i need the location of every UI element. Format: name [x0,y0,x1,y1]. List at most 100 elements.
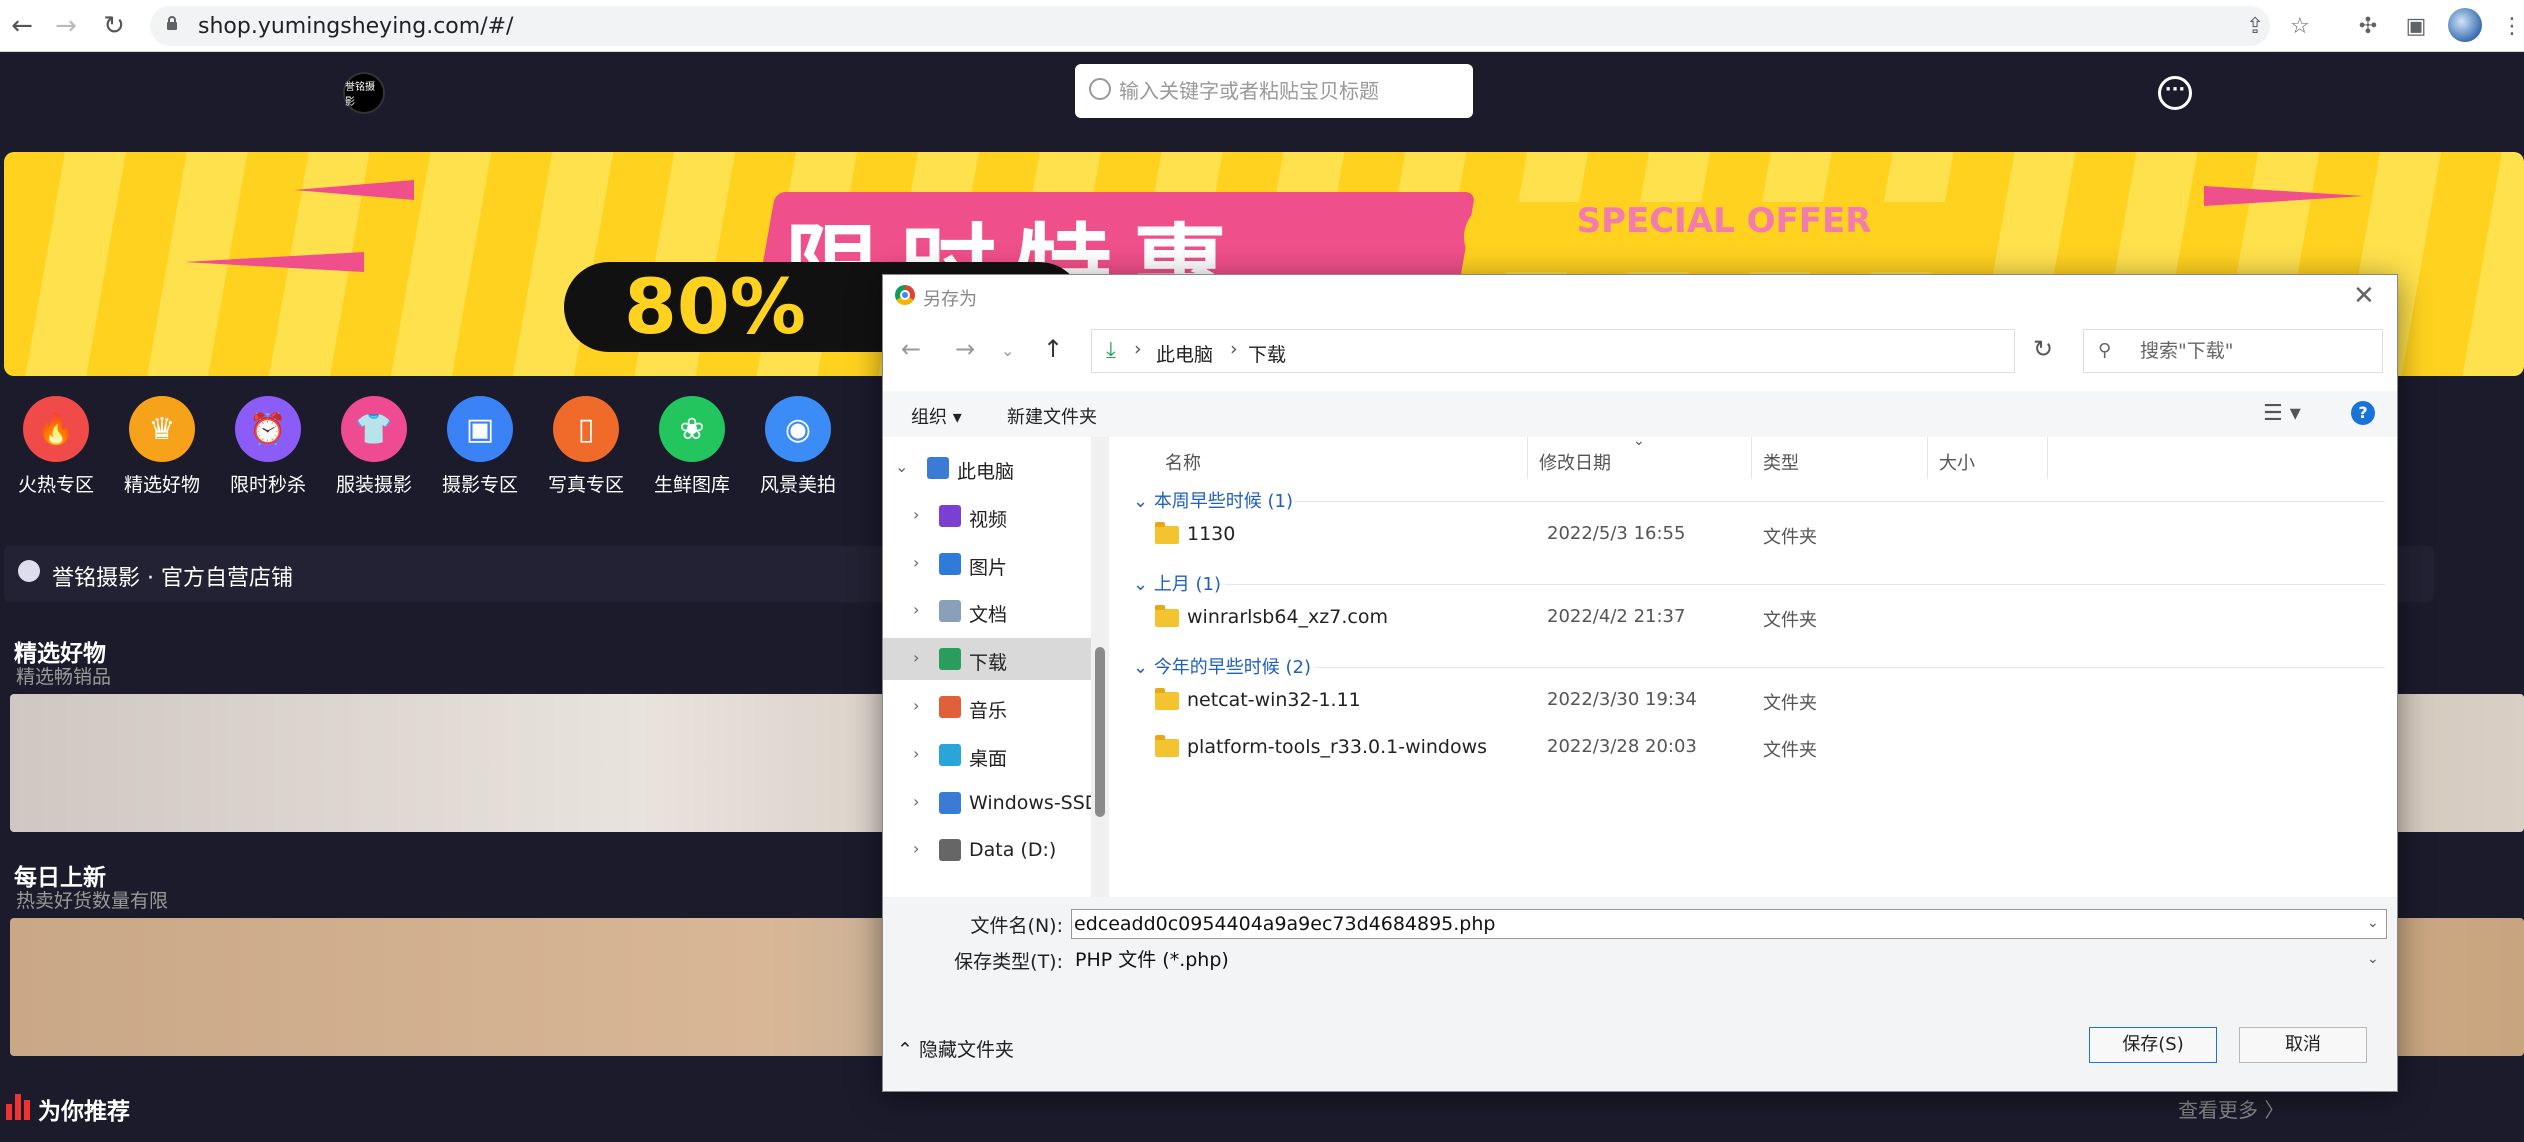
column-size[interactable]: 大小 [1939,449,1975,475]
chevron-right-icon[interactable]: › [913,792,919,811]
up-icon[interactable]: ↑ [1043,335,1063,363]
menu-icon[interactable]: ⋮ [2494,8,2524,44]
column-type[interactable]: 类型 [1763,449,1799,475]
chevron-right-icon[interactable]: › [913,648,919,667]
nav-item[interactable]: › 下载 [883,638,1091,681]
profile-avatar[interactable] [2448,8,2482,42]
nav-scrollbar[interactable] [1091,437,1109,897]
chevron-right-icon[interactable]: › [913,505,919,524]
category-item[interactable]: ⏰ 限时秒杀 [218,396,318,497]
breadcrumb-downloads[interactable]: 下载 [1248,340,1286,367]
nav-item[interactable]: › 视频 [883,495,1091,537]
folder-icon [1155,735,1179,757]
category-icon: ❀ [659,396,725,462]
extensions-icon[interactable]: ✣ [2350,8,2386,44]
chat-icon[interactable]: ··· [2158,76,2192,110]
search-box[interactable] [1075,64,1473,118]
category-item[interactable]: 🔥 火热专区 [6,396,106,497]
group-header[interactable]: ⌄ 本周早些时候 (1) [1133,487,1293,513]
new-folder-button[interactable]: 新建文件夹 [1007,403,1097,429]
category-label: 服装摄影 [335,474,412,496]
chevron-down-icon[interactable]: ⌄ [2367,915,2379,931]
nav-item[interactable]: › 图片 [883,543,1091,585]
category-label: 限时秒杀 [229,474,306,496]
back-icon[interactable]: ← [901,335,921,363]
back-icon[interactable]: ← [4,8,40,44]
file-row[interactable]: netcat-win32-1.11 2022/3/30 19:34 文件夹 [1115,679,2397,723]
category-item[interactable]: ▯ 写真专区 [536,396,636,497]
browser-toolbar: ← → ↻ shop.yumingsheying.com/#/ ⇪ ☆ ✣ ▣ … [0,0,2524,52]
forward-icon[interactable]: → [48,8,84,44]
cancel-button[interactable]: 取消 [2239,1027,2367,1063]
file-row[interactable]: winrarlsb64_xz7.com 2022/4/2 21:37 文件夹 [1115,596,2397,640]
drive-icon [939,839,961,862]
nav-item[interactable]: › Windows-SSD [883,782,1091,824]
file-row[interactable]: platform-tools_r33.0.1-windows 2022/3/28 … [1115,726,2397,770]
hide-folders-toggle[interactable]: ⌃ 隐藏文件夹 [897,1035,1014,1062]
save-button[interactable]: 保存(S) [2089,1027,2217,1063]
group-header[interactable]: ⌄ 上月 (1) [1133,570,1221,596]
search-input[interactable] [1119,76,1449,106]
close-icon[interactable]: ✕ [2353,281,2375,311]
filename-input[interactable] [1071,909,2387,939]
chevron-right-icon[interactable]: › [913,839,919,858]
hide-folders-label: 隐藏文件夹 [918,1039,1014,1061]
category-icon: ◉ [765,396,831,462]
category-item[interactable]: ▣ 摄影专区 [430,396,530,497]
path-bar[interactable]: ⤓ › 此电脑 › 下载 ⌄ [1091,329,2183,373]
scroll-thumb[interactable] [1095,647,1105,817]
column-name[interactable]: 名称 [1165,449,1201,475]
help-icon[interactable]: ? [2351,401,2375,425]
group-header[interactable]: ⌄ 今年的早些时候 (2) [1133,653,1311,679]
computer-icon [927,457,949,479]
address-bar[interactable]: shop.yumingsheying.com/#/ ⇪ ☆ [150,6,2310,46]
refresh-icon[interactable]: ↻ [2033,335,2053,363]
group-label: 上月 (1) [1153,574,1222,595]
nav-item[interactable]: › 桌面 [883,734,1091,776]
url-text[interactable]: shop.yumingsheying.com/#/ [198,14,513,39]
file-row[interactable]: 1130 2022/5/3 16:55 文件夹 [1115,513,2397,557]
share-icon[interactable]: ⇪ [2246,14,2264,39]
recent-dropdown-icon[interactable]: ⌄ [1001,341,1014,360]
dialog-search-input[interactable] [2140,340,2370,362]
file-list: 名称 修改日期 ⌄ 类型 大小 ⌄ 本周早些时候 (1) 1130 2022/5/3… [1115,433,2397,897]
nav-item[interactable]: › 文档 [883,590,1091,632]
file-type: 文件夹 [1763,610,1817,631]
nav-item[interactable]: › Data (D:) [883,829,1091,871]
column-divider [1927,437,1928,479]
category-item[interactable]: 👕 服装摄影 [324,396,424,497]
forward-icon[interactable]: → [955,335,975,363]
nav-item[interactable]: › 音乐 [883,686,1091,728]
navigation-pane: ⌄ 此电脑 › 视频 › 图片 › 文档 › 下载 › 音乐 › 桌面 › Windows-SSD › Data … [883,437,1091,897]
chevron-right-icon[interactable]: › [913,696,919,715]
organize-button[interactable]: 组织 ▾ [911,403,962,429]
chevron-down-icon[interactable]: ⌄ [2367,951,2379,967]
category-label: 火热专区 [17,474,94,496]
file-type: 文件夹 [1763,527,1817,548]
file-name: winrarlsb64_xz7.com [1187,606,1388,628]
more-link[interactable]: 查看更多 〉 [2178,1094,2284,1123]
category-item[interactable]: ❀ 生鲜图库 [642,396,742,497]
lock-icon [167,16,177,30]
category-label: 摄影专区 [441,474,518,496]
category-item[interactable]: ◉ 风景美拍 [748,396,848,497]
filetype-label: 保存类型(T): [954,951,1063,973]
chevron-right-icon[interactable]: › [913,744,919,763]
view-options-icon[interactable]: ☰ ▾ [2263,401,2301,426]
chevron-down-icon[interactable]: ⌄ [895,457,908,476]
sidepanel-icon[interactable]: ▣ [2398,8,2434,44]
file-name: netcat-win32-1.11 [1187,689,1361,711]
reload-icon[interactable]: ↻ [96,8,132,44]
nav-item[interactable]: ⌄ 此电脑 [883,447,1091,489]
bookmark-star-icon[interactable]: ☆ [2290,14,2310,39]
category-label: 精选好物 [123,474,200,496]
shop-logo[interactable]: 誉铭摄影 [343,72,385,114]
filetype-select[interactable]: PHP 文件 (*.php) [1071,945,2387,975]
breadcrumb-this-pc[interactable]: 此电脑 [1156,340,1213,367]
nav-item-label: 视频 [969,508,1008,531]
chevron-right-icon[interactable]: › [913,600,919,619]
column-modified[interactable]: 修改日期 [1539,449,1611,475]
category-item[interactable]: ♛ 精选好物 [112,396,212,497]
chevron-right-icon[interactable]: › [913,553,919,572]
dialog-search-box[interactable]: ⚲ [2083,329,2383,373]
